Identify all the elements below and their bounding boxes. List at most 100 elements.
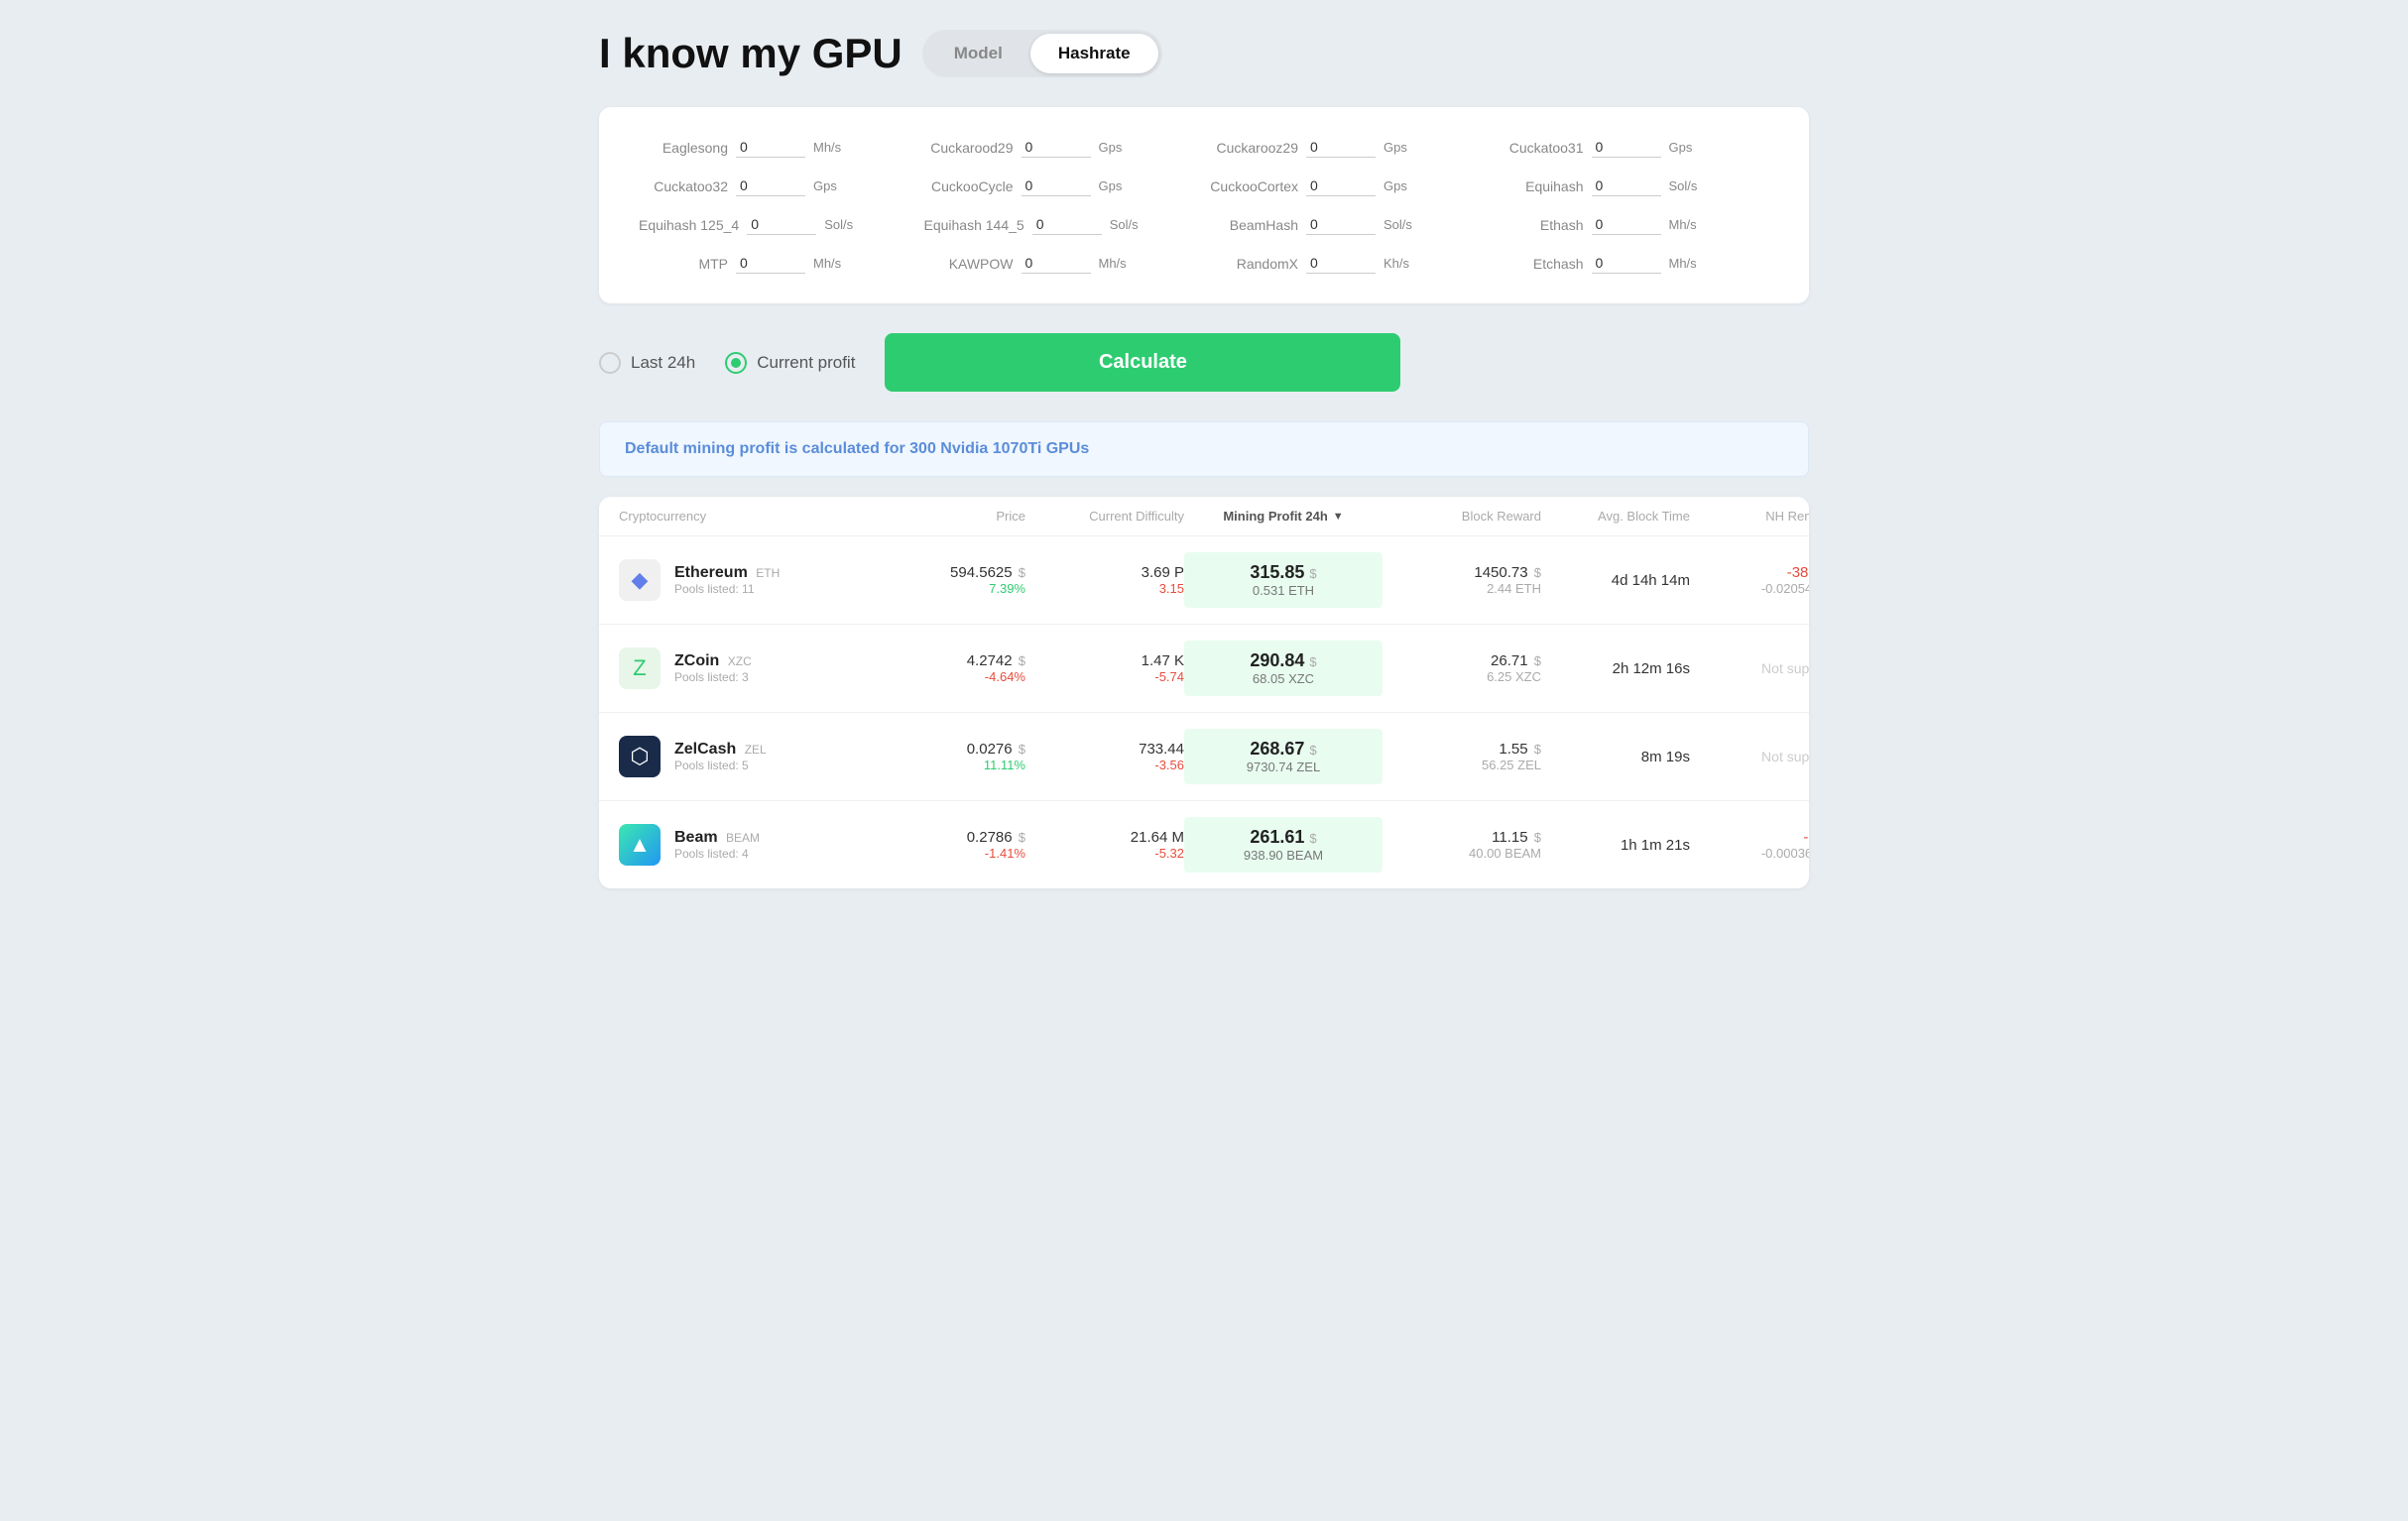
hashrate-input[interactable]: [1592, 214, 1661, 235]
hashrate-label: Etchash: [1495, 256, 1584, 272]
table-row: ⬡ ZelCash ZEL Pools listed: 5 0.0276 $ 1…: [599, 713, 1809, 801]
block-reward-main: 11.15 $: [1383, 829, 1541, 846]
hashrate-field-ethash: Ethash Mh/s: [1495, 214, 1770, 235]
hashrate-unit: Mh/s: [1669, 217, 1697, 232]
hashrate-label: Equihash 144_5: [924, 217, 1024, 233]
hashrate-field-cuckoocycle: CuckooCycle Gps: [924, 176, 1200, 196]
block-reward-cell: 26.71 $ 6.25 XZC: [1383, 652, 1541, 684]
table-row: ◆ Ethereum ETH Pools listed: 11 594.5625…: [599, 536, 1809, 625]
hashrate-input[interactable]: [1022, 253, 1091, 274]
hashrate-unit: Sol/s: [1384, 217, 1412, 232]
hashrate-input[interactable]: [736, 137, 805, 158]
current-profit-radio[interactable]: Current profit: [725, 352, 855, 374]
hashrate-input[interactable]: [1592, 176, 1661, 196]
block-reward-sub: 2.44 ETH: [1383, 581, 1541, 596]
hashrate-input[interactable]: [747, 214, 816, 235]
nh-rent-cell: -385.48 $ -0.020544 BTC: [1690, 564, 1809, 596]
block-reward-sub: 6.25 XZC: [1383, 669, 1541, 684]
hashrate-input[interactable]: [1306, 214, 1376, 235]
price-change: 11.11%: [897, 758, 1025, 772]
hashrate-input[interactable]: [1592, 253, 1661, 274]
profit-main-value: 315.85 $: [1198, 562, 1369, 583]
nh-rent-cell: -6.92 $ -0.000369 BTC: [1690, 829, 1809, 861]
hashrate-unit: Sol/s: [1669, 178, 1698, 193]
crypto-name: Ethereum ETH: [674, 564, 780, 582]
price-cell: 594.5625 $ 7.39%: [897, 564, 1025, 596]
last24h-radio-circle: [599, 352, 621, 374]
table-row: Z ZCoin XZC Pools listed: 3 4.2742 $ -4.…: [599, 625, 1809, 713]
difficulty-cell: 21.64 M -5.32: [1025, 829, 1184, 861]
th-difficulty: Current Difficulty: [1025, 509, 1184, 524]
hashrate-field-cuckoocortex: CuckooCortex Gps: [1209, 176, 1485, 196]
nh-main-value: -6.92 $: [1690, 829, 1809, 846]
model-toggle-btn[interactable]: Model: [926, 34, 1030, 73]
hashrate-input[interactable]: [736, 176, 805, 196]
price-value: 0.0276 $: [897, 741, 1025, 758]
nh-main-value: -385.48 $: [1690, 564, 1809, 581]
price-change: 7.39%: [897, 581, 1025, 596]
profit-main-value: 268.67 $: [1198, 739, 1369, 760]
hashrate-unit: Sol/s: [824, 217, 853, 232]
block-reward-cell: 11.15 $ 40.00 BEAM: [1383, 829, 1541, 861]
difficulty-value: 3.69 P: [1025, 564, 1184, 581]
hashrate-label: BeamHash: [1209, 217, 1298, 233]
calculate-button[interactable]: Calculate: [885, 333, 1400, 392]
last24h-radio[interactable]: Last 24h: [599, 352, 695, 374]
price-change: -1.41%: [897, 846, 1025, 861]
th-cryptocurrency: Cryptocurrency: [619, 509, 897, 524]
hashrate-unit: Sol/s: [1110, 217, 1139, 232]
hashrate-input[interactable]: [1306, 253, 1376, 274]
sort-arrow-icon: ▼: [1333, 511, 1344, 523]
current-profit-radio-circle: [725, 352, 747, 374]
crypto-pools: Pools listed: 5: [674, 759, 767, 772]
hashrate-label: CuckooCycle: [924, 178, 1014, 194]
hashrate-label: Cuckarooz29: [1209, 140, 1298, 156]
avg-block-cell: 2h 12m 16s: [1541, 660, 1690, 677]
hashrate-input[interactable]: [1022, 137, 1091, 158]
crypto-cell: ▲ Beam BEAM Pools listed: 4: [619, 824, 897, 866]
hashrate-field-etchash: Etchash Mh/s: [1495, 253, 1770, 274]
block-reward-main: 26.71 $: [1383, 652, 1541, 669]
hashrate-label: Ethash: [1495, 217, 1584, 233]
price-value: 0.2786 $: [897, 829, 1025, 846]
hashrate-input[interactable]: [1306, 137, 1376, 158]
th-mining-profit[interactable]: Mining Profit 24h ▼: [1184, 509, 1383, 524]
price-value: 594.5625 $: [897, 564, 1025, 581]
hashrate-input[interactable]: [1022, 176, 1091, 196]
hashrate-label: MTP: [639, 256, 728, 272]
avg-block-value: 2h 12m 16s: [1541, 660, 1690, 677]
crypto-icon: Z: [619, 647, 661, 689]
difficulty-change: -5.74: [1025, 669, 1184, 684]
hashrate-label: Equihash: [1495, 178, 1584, 194]
hashrate-field-equihash125_4: Equihash 125_4 Sol/s: [639, 214, 914, 235]
price-change: -4.64%: [897, 669, 1025, 684]
hashrate-input[interactable]: [1592, 137, 1661, 158]
controls-row: Last 24h Current profit Calculate: [599, 333, 1809, 392]
profit-cell: 261.61 $ 938.90 BEAM: [1184, 817, 1383, 873]
difficulty-change: -3.56: [1025, 758, 1184, 772]
hashrate-label: KAWPOW: [924, 256, 1014, 272]
avg-block-value: 4d 14h 14m: [1541, 572, 1690, 589]
hashrate-input[interactable]: [1032, 214, 1102, 235]
hashrate-grid: Eaglesong Mh/s Cuckarood29 Gps Cuckarooz…: [639, 137, 1769, 274]
hashrate-field-mtp: MTP Mh/s: [639, 253, 914, 274]
crypto-pools: Pools listed: 11: [674, 582, 780, 596]
avg-block-cell: 8m 19s: [1541, 749, 1690, 765]
info-banner: Default mining profit is calculated for …: [599, 421, 1809, 477]
hashrate-field-cuckatoo31: Cuckatoo31 Gps: [1495, 137, 1770, 158]
hashrate-unit: Mh/s: [813, 140, 841, 155]
profit-main-value: 290.84 $: [1198, 650, 1369, 671]
block-reward-cell: 1.55 $ 56.25 ZEL: [1383, 741, 1541, 772]
hashrate-input[interactable]: [1306, 176, 1376, 196]
profit-sub-value: 9730.74 ZEL: [1198, 760, 1369, 774]
profit-cell: 315.85 $ 0.531 ETH: [1184, 552, 1383, 608]
crypto-cell: Z ZCoin XZC Pools listed: 3: [619, 647, 897, 689]
profit-sub-value: 0.531 ETH: [1198, 583, 1369, 598]
crypto-pools: Pools listed: 3: [674, 670, 752, 684]
hashrate-field-equihash: Equihash Sol/s: [1495, 176, 1770, 196]
hashrate-toggle-btn[interactable]: Hashrate: [1030, 34, 1158, 73]
block-reward-main: 1450.73 $: [1383, 564, 1541, 581]
hashrate-input[interactable]: [736, 253, 805, 274]
hashrate-label: Equihash 125_4: [639, 217, 739, 233]
block-reward-cell: 1450.73 $ 2.44 ETH: [1383, 564, 1541, 596]
